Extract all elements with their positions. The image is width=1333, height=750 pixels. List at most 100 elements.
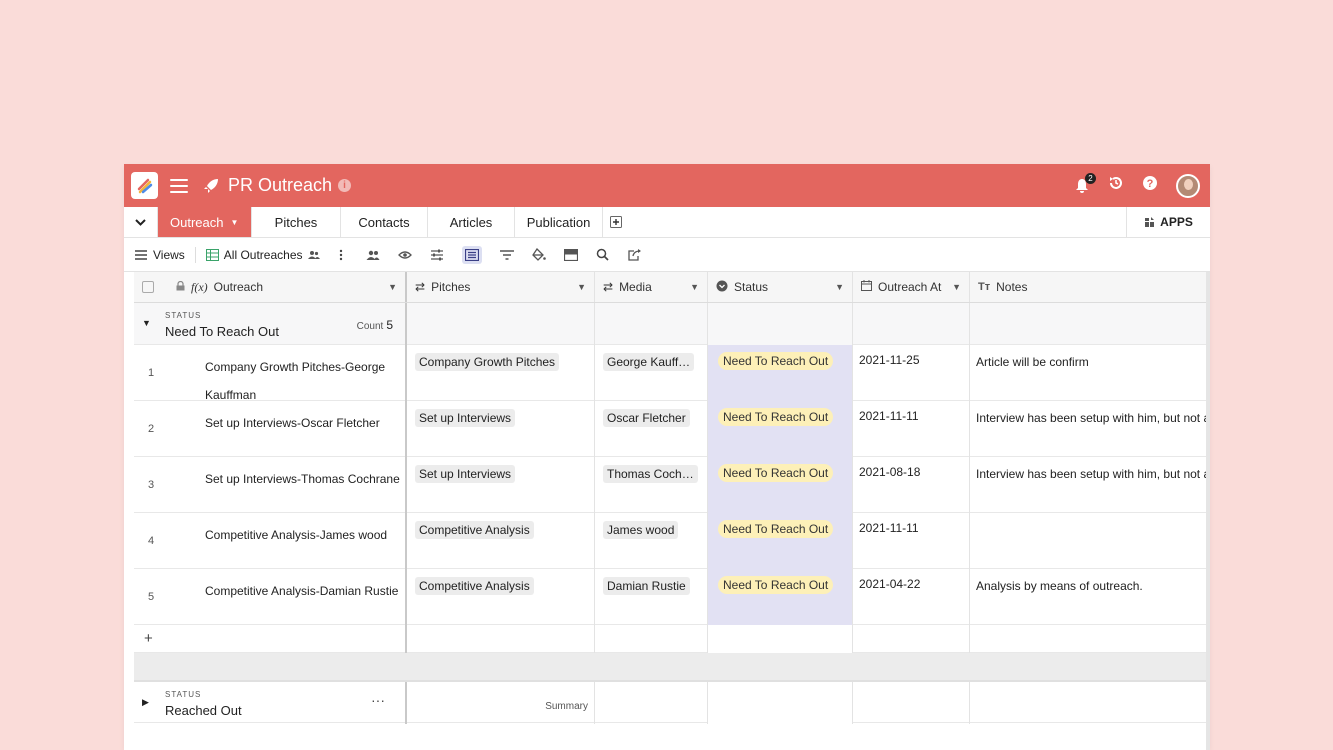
table-tabs: Outreach ▼ Pitches Contacts Articles Publ…: [124, 207, 1210, 238]
menu-icon[interactable]: [170, 178, 188, 193]
status-pill[interactable]: Need To Reach Out: [718, 464, 834, 482]
outreach-cell[interactable]: Set up Interviews-Oscar Fletcher: [205, 409, 403, 437]
outreach-date[interactable]: 2021-11-25: [859, 353, 920, 367]
vertical-scrollbar[interactable]: [1206, 272, 1210, 750]
link-field-icon: ⇄: [415, 280, 426, 294]
column-menu-icon[interactable]: ▼: [388, 282, 397, 292]
history-icon[interactable]: [1108, 175, 1124, 196]
pitch-link-chip[interactable]: Set up Interviews: [415, 409, 516, 427]
column-header-media[interactable]: ⇄ Media ▼: [595, 272, 708, 302]
media-link-chip[interactable]: Thomas Cochr…: [603, 465, 698, 483]
apps-button[interactable]: APPS: [1126, 207, 1210, 237]
current-view-button[interactable]: All Outreaches: [205, 248, 320, 262]
media-link-chip[interactable]: Damian Rustie: [603, 577, 690, 595]
column-menu-icon[interactable]: ▼: [577, 282, 586, 292]
pitch-link-chip[interactable]: Competitive Analysis: [415, 577, 534, 595]
column-header-status[interactable]: Status ▼: [708, 272, 853, 302]
column-header-pitches[interactable]: ⇄ Pitches ▼: [407, 272, 595, 302]
column-menu-icon[interactable]: ▼: [952, 282, 961, 292]
summary-label[interactable]: Summary: [545, 701, 588, 712]
status-pill[interactable]: Need To Reach Out: [718, 352, 834, 370]
search-icon[interactable]: [596, 248, 610, 262]
column-header-outreach-at[interactable]: Outreach At ▼: [853, 272, 970, 302]
column-menu-icon[interactable]: ▼: [835, 282, 844, 292]
notes-cell[interactable]: Analysis by means of outreach.: [976, 579, 1143, 593]
tab-articles[interactable]: Articles: [428, 207, 515, 237]
group-count: Count 5: [356, 318, 393, 332]
pitch-link-chip[interactable]: Competitive Analysis: [415, 521, 534, 539]
column-menu-icon[interactable]: ▼: [690, 282, 699, 292]
add-table-icon[interactable]: [603, 207, 629, 237]
base-title[interactable]: PR Outreach: [228, 175, 332, 196]
group-spacer: [134, 653, 1210, 681]
tab-pitches[interactable]: Pitches: [252, 207, 341, 237]
sort-icon[interactable]: [499, 248, 514, 262]
app-logo-icon[interactable]: [131, 172, 158, 199]
formula-icon: f(x): [191, 279, 208, 294]
print-icon[interactable]: [563, 248, 578, 262]
app-window: PR Outreach i 2 ? Outreach ▼ Pitches Cont…: [124, 164, 1210, 750]
table-row[interactable]: 2 Set up Interviews-Oscar Fletcher Set up…: [134, 401, 1210, 457]
row-height-icon[interactable]: [461, 245, 482, 264]
outreach-cell[interactable]: Competitive Analysis-James wood: [205, 521, 403, 549]
paint-bucket-icon[interactable]: [531, 248, 546, 262]
grid-view-icon: [205, 248, 219, 261]
records-grid: f(x) Outreach ▼ ⇄ Pitches ▼ ⇄ Media ▼ St…: [134, 272, 1210, 724]
group-header[interactable]: ▼ STATUS Need To Reach Out Count 5: [134, 303, 1210, 345]
outreach-cell[interactable]: Competitive Analysis-Damian Rustie: [205, 577, 403, 605]
column-header-row: f(x) Outreach ▼ ⇄ Pitches ▼ ⇄ Media ▼ St…: [134, 272, 1210, 303]
more-options-icon[interactable]: [334, 248, 348, 262]
table-row[interactable]: 4 Competitive Analysis-James wood Competi…: [134, 513, 1210, 569]
collapse-triangle-icon[interactable]: ▼: [142, 318, 151, 328]
select-all-checkbox[interactable]: [142, 281, 154, 293]
status-pill[interactable]: Need To Reach Out: [718, 576, 834, 594]
status-pill[interactable]: Need To Reach Out: [718, 408, 834, 426]
info-icon[interactable]: i: [338, 179, 352, 192]
tab-contacts[interactable]: Contacts: [341, 207, 428, 237]
tab-outreach[interactable]: Outreach ▼: [158, 207, 252, 237]
filter-sliders-icon[interactable]: [430, 248, 444, 262]
media-link-chip[interactable]: Oscar Fletcher: [603, 409, 690, 427]
outreach-date[interactable]: 2021-04-22: [859, 577, 920, 591]
tab-publication[interactable]: Publication: [515, 207, 603, 237]
media-link-chip[interactable]: George Kauff…: [603, 353, 695, 371]
column-header-outreach[interactable]: f(x) Outreach ▼: [134, 272, 407, 302]
chevron-down-icon[interactable]: [124, 207, 158, 237]
row-number: 1: [148, 367, 155, 379]
notes-cell[interactable]: Article will be confirm: [976, 355, 1089, 369]
pitch-link-chip[interactable]: Company Growth Pitches: [415, 353, 560, 371]
notes-cell[interactable]: Interview has been setup with him, but n…: [976, 467, 1210, 481]
caret-down-icon[interactable]: ▼: [230, 218, 238, 227]
column-header-notes[interactable]: Tт Notes: [970, 272, 1210, 302]
outreach-date[interactable]: 2021-08-18: [859, 465, 920, 479]
notes-cell[interactable]: Interview has been setup with him, but n…: [976, 411, 1210, 425]
group-more-icon[interactable]: ···: [371, 692, 385, 708]
outreach-date[interactable]: 2021-11-11: [859, 521, 919, 535]
share-export-icon[interactable]: [627, 248, 642, 262]
table-row[interactable]: 5 Competitive Analysis-Damian Rustie Comp…: [134, 569, 1210, 625]
row-number: 4: [148, 535, 155, 547]
share-users-icon[interactable]: [366, 248, 380, 262]
status-pill[interactable]: Need To Reach Out: [718, 520, 834, 538]
pitch-link-chip[interactable]: Set up Interviews: [415, 465, 516, 483]
outreach-date[interactable]: 2021-11-11: [859, 409, 919, 423]
media-link-chip[interactable]: James wood: [603, 521, 679, 539]
avatar[interactable]: [1176, 173, 1200, 198]
group-field-label: STATUS: [165, 690, 202, 699]
table-row[interactable]: 1 Company Growth Pitches-George Kauffman …: [134, 345, 1210, 402]
group-header[interactable]: ▶ STATUS Reached Out ··· Summary: [134, 681, 1210, 724]
rocket-icon: [202, 177, 220, 195]
add-record-icon[interactable]: +: [144, 630, 153, 647]
svg-text:?: ?: [1147, 178, 1154, 190]
single-select-icon: [716, 280, 728, 295]
expand-triangle-icon[interactable]: ▶: [142, 697, 149, 708]
outreach-cell[interactable]: Set up Interviews-Thomas Cochrane: [205, 465, 403, 493]
views-button[interactable]: Views: [135, 248, 185, 262]
row-number: 2: [148, 423, 155, 435]
bell-icon[interactable]: 2: [1074, 172, 1096, 194]
help-icon[interactable]: ?: [1142, 175, 1158, 196]
table-row[interactable]: 3 Set up Interviews-Thomas Cochrane Set u…: [134, 457, 1210, 513]
add-record-row[interactable]: +: [134, 625, 1210, 653]
collaborators-icon: [307, 250, 320, 259]
eye-icon[interactable]: [397, 248, 412, 262]
